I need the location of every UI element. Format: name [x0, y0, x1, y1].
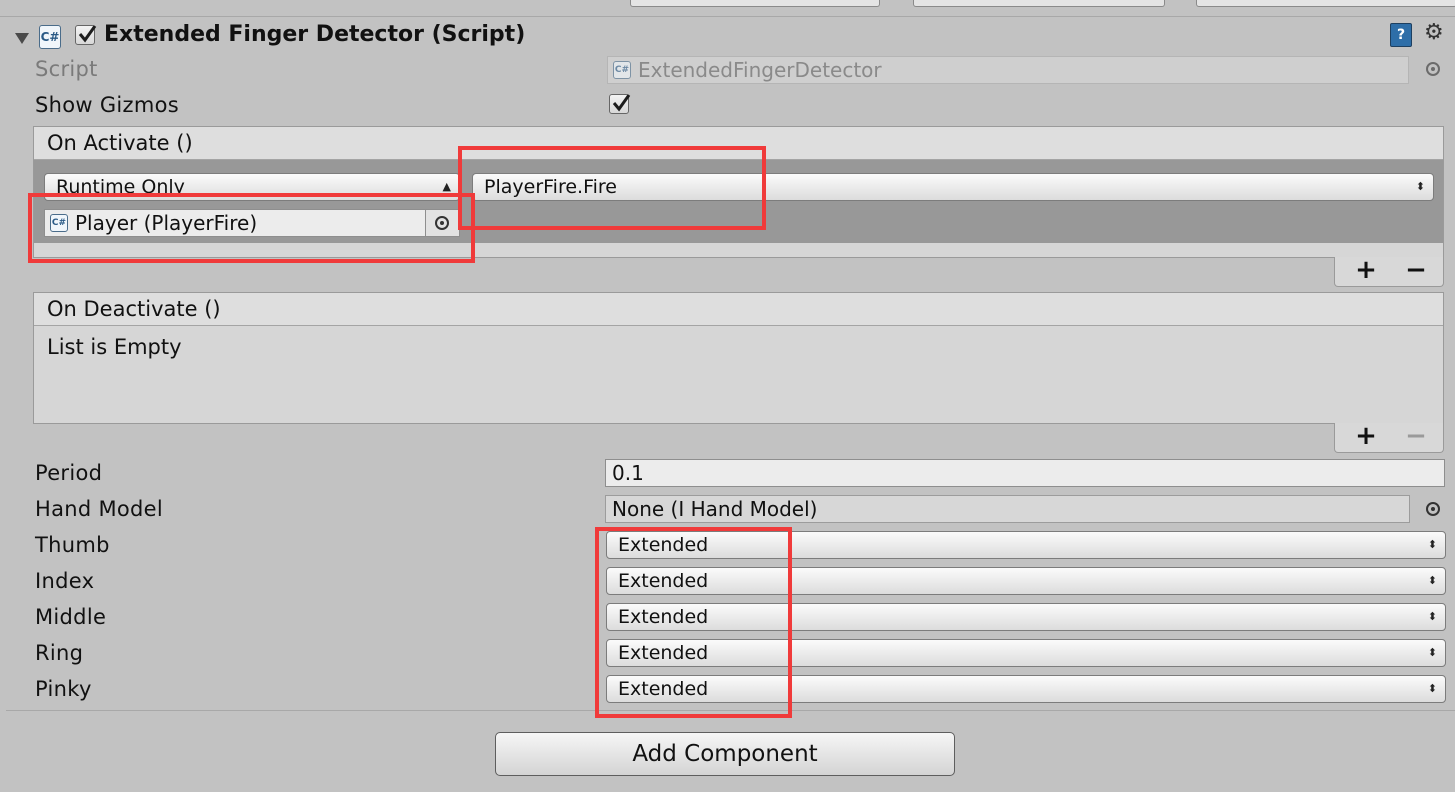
on-deactivate-header: On Deactivate () [34, 293, 1443, 326]
hand-model-picker-icon[interactable] [1426, 502, 1440, 516]
on-deactivate-event: On Deactivate () List is Empty [33, 292, 1444, 424]
script-object-picker-icon [1426, 62, 1440, 76]
highlight-box-function [458, 146, 766, 230]
on-activate-add-button[interactable]: + [1341, 255, 1391, 285]
script-label: Script [35, 57, 98, 81]
csharp-script-icon: C# [39, 25, 61, 49]
show-gizmos-checkbox[interactable] [609, 94, 631, 114]
index-label: Index [35, 569, 95, 593]
on-deactivate-empty-text: List is Empty [47, 335, 182, 359]
script-file-icon: C# [613, 61, 631, 79]
component-enabled-checkbox[interactable] [75, 25, 97, 45]
hand-model-field[interactable]: None (I Hand Model) [605, 495, 1410, 523]
script-value: ExtendedFingerDetector [638, 58, 882, 82]
on-activate-add-remove: + − [1334, 255, 1444, 287]
on-deactivate-remove-button[interactable]: − [1391, 421, 1441, 451]
top-separator [0, 16, 1455, 17]
dropdown-arrows-icon: ⬍ [1427, 538, 1437, 551]
thumb-label: Thumb [35, 533, 110, 557]
show-gizmos-label: Show Gizmos [35, 93, 180, 117]
add-component-button[interactable]: Add Component [495, 732, 955, 776]
help-book-icon[interactable]: ? [1390, 23, 1412, 47]
dropdown-arrows-icon: ⬍ [1427, 646, 1437, 659]
previous-component-button-1[interactable] [630, 0, 880, 7]
dropdown-arrows-icon: ⬍ [1427, 610, 1437, 623]
on-deactivate-add-remove: + − [1334, 421, 1444, 453]
script-field: ExtendedFingerDetector [607, 56, 1409, 84]
gear-icon[interactable]: ⚙ [1424, 20, 1444, 45]
dropdown-arrows-icon: ⬍ [1427, 682, 1437, 695]
previous-component-button-3[interactable] [1196, 0, 1455, 7]
dropdown-arrows-icon: ⬍ [1427, 574, 1437, 587]
period-input[interactable]: 0.1 [605, 459, 1445, 487]
pinky-label: Pinky [35, 677, 92, 701]
dropdown-arrows-icon: ⬍ [1415, 180, 1425, 193]
on-deactivate-add-button[interactable]: + [1341, 421, 1391, 451]
period-label: Period [35, 461, 103, 485]
component-title: Extended Finger Detector (Script) [104, 22, 526, 47]
previous-component-button-2[interactable] [913, 0, 1165, 7]
hand-model-label: Hand Model [35, 497, 164, 521]
middle-label: Middle [35, 605, 107, 629]
ring-label: Ring [35, 641, 84, 665]
highlight-box-target [28, 193, 475, 263]
on-activate-remove-button[interactable]: − [1391, 255, 1441, 285]
foldout-arrow-icon[interactable] [14, 30, 30, 49]
highlight-box-fingers [595, 527, 792, 718]
